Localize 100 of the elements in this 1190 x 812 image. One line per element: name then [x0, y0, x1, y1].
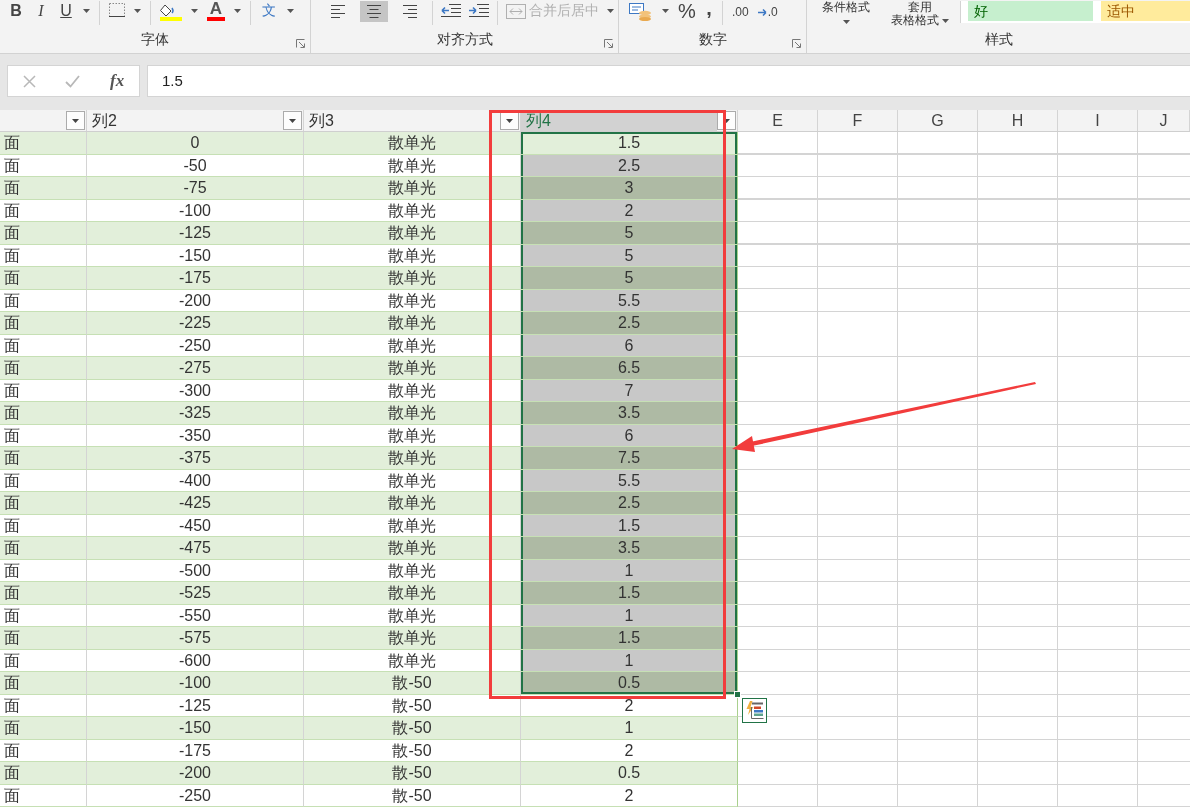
caret-icon[interactable] — [287, 9, 294, 13]
comma-style-button[interactable]: , — [705, 1, 713, 21]
table-cell: 散-50 — [304, 672, 521, 695]
table-cell: 散单光 — [304, 177, 521, 200]
table-cell: -250 — [87, 784, 304, 807]
number-format-icon[interactable] — [629, 3, 653, 21]
table-cell: -225 — [87, 312, 304, 335]
cell-style-item[interactable]: 好 — [968, 1, 1093, 21]
table-cell: 1 — [521, 717, 738, 740]
table-cell: 散单光 — [304, 357, 521, 380]
table-cell: -75 — [87, 177, 304, 200]
align-left-icon — [331, 4, 345, 19]
table-cell: 散-50 — [304, 784, 521, 807]
table-cell: -575 — [87, 627, 304, 650]
table-cell: 散单光 — [304, 132, 521, 155]
italic-button[interactable]: I — [33, 1, 49, 21]
decrease-decimal-button[interactable]: .0 — [757, 5, 778, 19]
column-letter[interactable]: J — [1138, 110, 1190, 131]
table-cell: 面 — [0, 582, 87, 605]
table-cell: 3.5 — [521, 537, 738, 560]
format-as-table-button[interactable]: 套用 表格格式 — [884, 1, 956, 27]
group-label: 对齐方式 — [436, 31, 493, 49]
decrease-indent-icon[interactable] — [441, 3, 461, 18]
paint-bucket-icon[interactable] — [160, 3, 182, 21]
caret-icon[interactable] — [83, 9, 90, 13]
dialog-launcher-icon[interactable] — [604, 39, 613, 48]
table-cell: 面 — [0, 672, 87, 695]
font-color-button[interactable]: A — [207, 1, 225, 21]
table-cell: 6.5 — [521, 357, 738, 380]
align-right-icon — [403, 4, 417, 19]
table-cell: 散单光 — [304, 537, 521, 560]
insert-function-button[interactable]: fx — [110, 71, 125, 91]
caret-icon[interactable] — [134, 9, 141, 13]
table-cell: 散单光 — [304, 222, 521, 245]
column-letter[interactable]: H — [978, 110, 1058, 131]
increase-indent-icon[interactable] — [469, 3, 489, 18]
group-label: 数字 — [698, 31, 727, 49]
caret-icon[interactable] — [234, 9, 241, 13]
underline-button[interactable]: U — [58, 1, 74, 21]
table-cell: -375 — [87, 447, 304, 470]
dialog-launcher-icon[interactable] — [296, 39, 305, 48]
table-cell: -525 — [87, 582, 304, 605]
table-cell: 散单光 — [304, 312, 521, 335]
group-label: 字体 — [141, 31, 169, 49]
table-cell: 面 — [0, 762, 87, 785]
column-letter[interactable]: G — [898, 110, 978, 131]
table-cell: 散单光 — [304, 627, 521, 650]
table-cell: 面 — [0, 627, 87, 650]
arrow-icon — [757, 8, 767, 16]
column-letter[interactable]: E — [738, 110, 818, 131]
caret-icon — [289, 118, 296, 123]
formula-input-field[interactable]: 1.5 — [147, 65, 1190, 97]
table-cell: 散单光 — [304, 582, 521, 605]
table-cell: 7.5 — [521, 447, 738, 470]
borders-icon[interactable] — [109, 3, 125, 17]
table-cell: -325 — [87, 402, 304, 425]
caret-icon[interactable] — [607, 9, 614, 13]
table-cell: 散单光 — [304, 447, 521, 470]
bold-button[interactable]: B — [8, 1, 24, 21]
table-cell: 5 — [521, 267, 738, 290]
table-cell: 2.5 — [521, 492, 738, 515]
table-cell: 散单光 — [304, 492, 521, 515]
caret-icon — [72, 118, 79, 123]
check-icon[interactable] — [65, 74, 81, 88]
caret-icon[interactable] — [191, 9, 198, 13]
increase-decimal-button[interactable]: .00 — [732, 5, 749, 19]
fill-handle[interactable] — [734, 690, 741, 698]
align-button[interactable] — [360, 1, 388, 22]
group-label: 样式 — [984, 31, 1013, 49]
phonetic-guide-button[interactable]: 文 — [260, 1, 278, 21]
dialog-launcher-icon[interactable] — [792, 39, 801, 48]
column-letter[interactable]: I — [1058, 110, 1138, 131]
table-cell: 1.5 — [521, 627, 738, 650]
table-cell: 5 — [521, 222, 738, 245]
caret-icon[interactable] — [662, 9, 669, 13]
table-cell: 3 — [521, 177, 738, 200]
table-cell: 散-50 — [304, 762, 521, 785]
table-cell: 面 — [0, 357, 87, 380]
table-cell: 1.5 — [521, 132, 738, 155]
table-cell: -100 — [87, 672, 304, 695]
table-cell: 面 — [0, 222, 87, 245]
filter-button[interactable] — [283, 111, 302, 130]
table-cell: 面 — [0, 784, 87, 807]
cell-style-item[interactable]: 适中 — [1101, 1, 1190, 21]
table-cell: 面 — [0, 447, 87, 470]
table-cell: 面 — [0, 312, 87, 335]
table-cell: 面 — [0, 267, 87, 290]
table-cell: 2 — [521, 784, 738, 807]
quick-analysis-icon — [745, 701, 764, 719]
table-cell: 面 — [0, 177, 87, 200]
table-cell: 面 — [0, 717, 87, 740]
quick-analysis-button[interactable] — [742, 697, 767, 723]
filter-button[interactable] — [66, 111, 85, 130]
table-cell: -275 — [87, 357, 304, 380]
table-cell: -150 — [87, 717, 304, 740]
table-cell: -475 — [87, 537, 304, 560]
conditional-format-button[interactable]: 条件格式 — [812, 1, 880, 27]
caret-icon — [723, 118, 730, 123]
percent-style-button[interactable]: % — [678, 1, 696, 21]
column-letter[interactable]: F — [818, 110, 898, 131]
